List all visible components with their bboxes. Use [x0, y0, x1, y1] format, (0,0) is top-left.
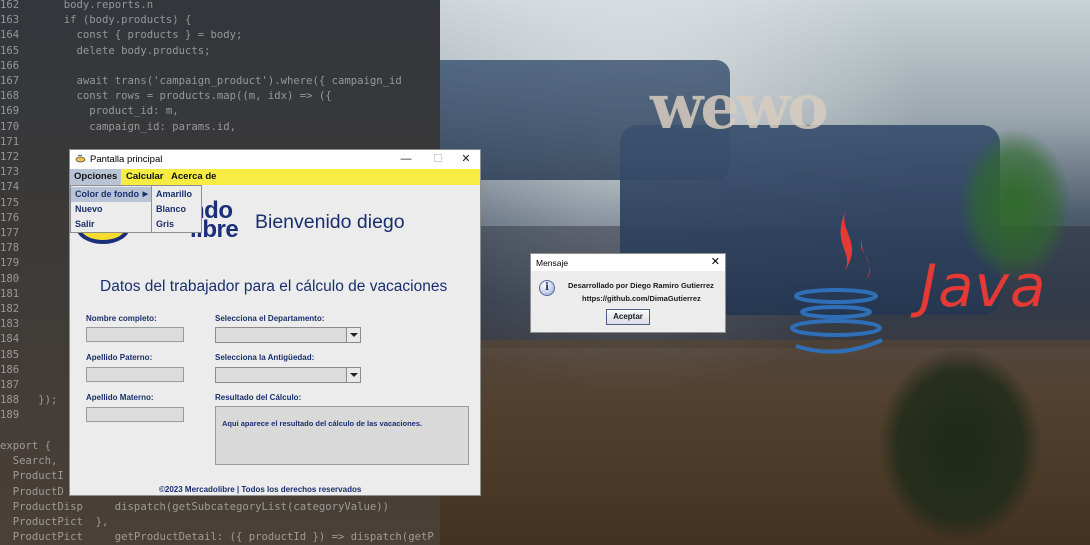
- resultado-area: Aqui aparece el resultado del cálculo de…: [215, 406, 469, 465]
- materno-label: Apellido Materno:: [86, 393, 154, 402]
- menu-item-amarillo[interactable]: Amarillo: [152, 187, 201, 202]
- dialog-titlebar[interactable]: Mensaje ✕: [531, 254, 725, 271]
- chevron-down-icon[interactable]: [346, 368, 360, 382]
- antiguedad-combo[interactable]: [215, 367, 361, 383]
- dialog-message-line-2: https://github.com/DimaGutierrez: [582, 294, 701, 303]
- paterno-label: Apellido Paterno:: [86, 353, 153, 362]
- dialog-title: Mensaje: [536, 258, 569, 268]
- java-wordmark: Java: [920, 252, 1047, 320]
- message-dialog: Mensaje ✕ i Desarrollado por Diego Ramir…: [530, 253, 726, 333]
- antiguedad-label: Selecciona la Antigüedad:: [215, 353, 315, 362]
- resultado-text: Aqui aparece el resultado del cálculo de…: [222, 419, 423, 428]
- chevron-down-icon[interactable]: [346, 328, 360, 342]
- menu-acerca-de[interactable]: Acerca de: [167, 169, 220, 185]
- resultado-label: Resultado del Cálculo:: [215, 393, 302, 402]
- menu-bar: Opciones Calcular Acerca de: [70, 169, 480, 185]
- nombre-label: Nombre completo:: [86, 314, 157, 323]
- java-cup-icon: [75, 154, 86, 163]
- welcome-heading: Bienvenido diego: [255, 211, 405, 233]
- menu-item-color-de-fondo[interactable]: Color de fondo ▶: [71, 187, 151, 202]
- nombre-field[interactable]: [86, 327, 184, 342]
- section-title: Datos del trabajador para el cálculo de …: [100, 278, 448, 295]
- dialog-message-line-1: Desarrollado por Diego Ramiro Gutierrez: [568, 281, 714, 290]
- menu-item-gris[interactable]: Gris: [152, 217, 201, 232]
- main-titlebar[interactable]: Pantalla principal — ☐ ✕: [70, 150, 480, 169]
- apellido-paterno-field[interactable]: [86, 367, 184, 382]
- footer-text: ©2023 Mercadolibre | Todos los derechos …: [159, 485, 362, 494]
- dialog-close-button[interactable]: ✕: [711, 255, 720, 268]
- aceptar-button[interactable]: Aceptar: [606, 309, 650, 325]
- menu-item-blanco[interactable]: Blanco: [152, 202, 201, 217]
- opciones-dropdown: Color de fondo ▶ Nuevo Salir: [70, 185, 152, 233]
- departamento-combo[interactable]: [215, 327, 361, 343]
- apellido-materno-field[interactable]: [86, 407, 184, 422]
- plant-bottom: [880, 350, 1040, 540]
- close-button[interactable]: ✕: [450, 150, 482, 169]
- wewo-sign: wewo: [650, 70, 829, 143]
- menu-item-salir[interactable]: Salir: [71, 217, 151, 232]
- departamento-label: Selecciona el Departamento:: [215, 314, 325, 323]
- window-title: Pantalla principal: [90, 154, 163, 165]
- minimize-button[interactable]: —: [390, 150, 422, 169]
- color-submenu: Amarillo Blanco Gris: [151, 185, 202, 233]
- menu-item-nuevo[interactable]: Nuevo: [71, 202, 151, 217]
- menu-opciones[interactable]: Opciones: [70, 169, 122, 185]
- menu-calcular[interactable]: Calcular: [122, 169, 168, 185]
- main-window: Pantalla principal — ☐ ✕ Opciones Calcul…: [69, 149, 481, 496]
- menu-item-label: Color de fondo: [75, 189, 139, 199]
- info-icon: i: [539, 280, 555, 296]
- submenu-arrow-icon: ▶: [142, 191, 148, 198]
